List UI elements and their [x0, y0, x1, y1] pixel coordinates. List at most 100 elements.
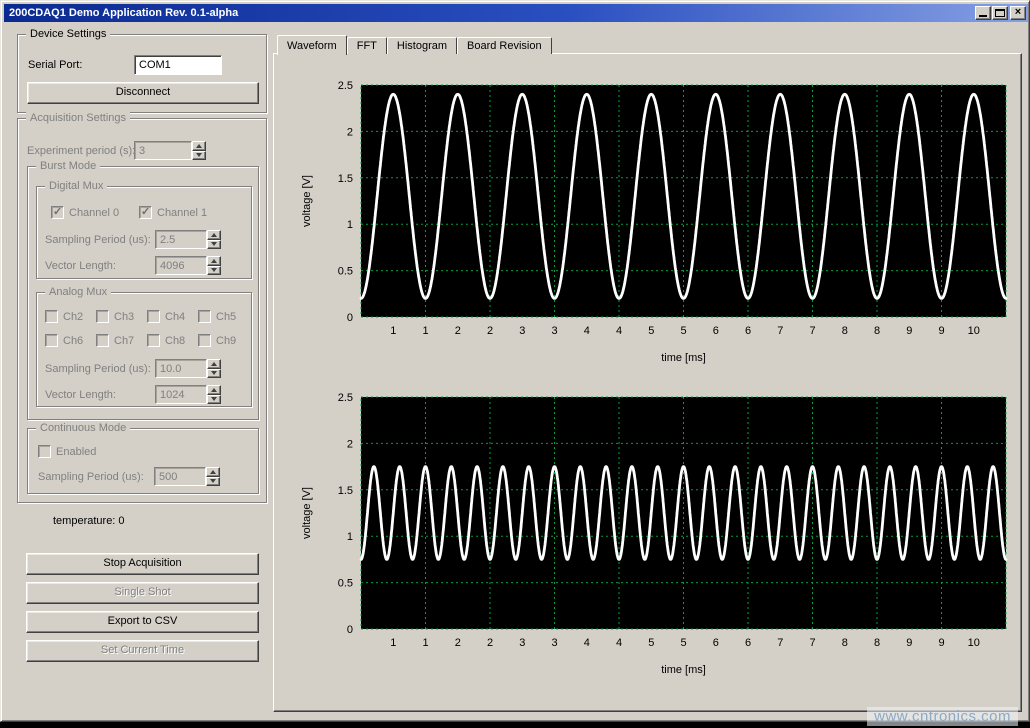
- waveform-chart-top: 00.511.522.511223344556677889910time [ms…: [296, 77, 1016, 375]
- x-tick-label: 2: [487, 325, 493, 337]
- checkbox-box[interactable]: [96, 310, 109, 323]
- checkbox-box[interactable]: [96, 334, 109, 347]
- checkbox-ch3[interactable]: Ch3: [96, 310, 134, 323]
- spinner-value[interactable]: 4096: [155, 256, 207, 275]
- spinner-up-icon[interactable]: [207, 256, 221, 266]
- spinner-value[interactable]: 10.0: [155, 359, 207, 378]
- x-tick-label: 7: [777, 325, 783, 337]
- spinner-value[interactable]: 500: [154, 467, 206, 486]
- x-tick-label: 10: [968, 325, 980, 337]
- checkbox-box[interactable]: [38, 445, 51, 458]
- serial-port-input[interactable]: COM1: [134, 55, 222, 75]
- spinner-down-icon[interactable]: [206, 477, 220, 487]
- x-tick-label: 4: [584, 325, 590, 337]
- x-tick-label: 6: [713, 325, 719, 337]
- spinner-down-icon[interactable]: [207, 266, 221, 276]
- checkbox-ch4[interactable]: Ch4: [147, 310, 185, 323]
- x-tick-label: 9: [906, 637, 912, 649]
- checkbox-label: Ch7: [114, 335, 134, 347]
- stop-acquisition-button[interactable]: Stop Acquisition: [26, 553, 259, 575]
- spinner-down-icon[interactable]: [192, 151, 206, 161]
- checkbox-box[interactable]: [45, 310, 58, 323]
- tab-waveform[interactable]: Waveform: [277, 35, 347, 55]
- checkbox-box[interactable]: [45, 334, 58, 347]
- y-tick-label: 2.5: [338, 80, 353, 92]
- x-axis-label: time [ms]: [661, 664, 706, 676]
- checkbox-channel-1[interactable]: Channel 1: [139, 206, 207, 219]
- close-icon[interactable]: ×: [1010, 6, 1026, 20]
- checkbox-ch7[interactable]: Ch7: [96, 334, 134, 347]
- x-tick-label: 5: [648, 325, 654, 337]
- y-tick-label: 0: [347, 624, 353, 636]
- digital-vector-length-spinner[interactable]: 4096: [155, 256, 221, 275]
- checkbox-channel-0[interactable]: Channel 0: [51, 206, 119, 219]
- checkbox-box[interactable]: [198, 310, 211, 323]
- x-tick-label: 4: [616, 637, 622, 649]
- analog-vector-length-spinner[interactable]: 1024: [155, 385, 221, 404]
- y-axis-label: voltage [V]: [301, 175, 313, 227]
- window-title: 200CDAQ1 Demo Application Rev. 0.1-alpha: [9, 7, 238, 19]
- x-tick-label: 3: [519, 637, 525, 649]
- device-settings-group: Device Settings Serial Port: COM1 Discon…: [17, 34, 267, 113]
- x-tick-label: 1: [390, 637, 396, 649]
- spinner-buttons: [206, 467, 220, 486]
- spinner-value[interactable]: 2.5: [155, 230, 207, 249]
- spinner-value[interactable]: 1024: [155, 385, 207, 404]
- x-tick-label: 1: [422, 637, 428, 649]
- checkbox-label: Channel 1: [157, 207, 207, 219]
- spinner-up-icon[interactable]: [206, 467, 220, 477]
- checkbox-ch8[interactable]: Ch8: [147, 334, 185, 347]
- checkbox-label: Ch9: [216, 335, 236, 347]
- x-tick-label: 6: [745, 325, 751, 337]
- checkbox-ch2[interactable]: Ch2: [45, 310, 83, 323]
- checkbox-box[interactable]: [139, 206, 152, 219]
- x-tick-label: 6: [745, 637, 751, 649]
- checkbox-box[interactable]: [51, 206, 64, 219]
- x-tick-label: 3: [519, 325, 525, 337]
- spinner-up-icon[interactable]: [207, 230, 221, 240]
- spinner-up-icon[interactable]: [192, 141, 206, 151]
- checkbox-ch5[interactable]: Ch5: [198, 310, 236, 323]
- checkbox-enabled[interactable]: Enabled: [38, 445, 96, 458]
- checkbox-box[interactable]: [147, 334, 160, 347]
- spinner-value[interactable]: 3: [134, 141, 192, 160]
- disconnect-button[interactable]: Disconnect: [27, 82, 259, 104]
- minimize-icon[interactable]: [975, 6, 991, 20]
- x-tick-label: 2: [455, 637, 461, 649]
- checkbox-box[interactable]: [147, 310, 160, 323]
- checkbox-ch9[interactable]: Ch9: [198, 334, 236, 347]
- checkbox-box[interactable]: [198, 334, 211, 347]
- tab-histogram[interactable]: Histogram: [387, 37, 457, 54]
- tab-fft[interactable]: FFT: [347, 37, 387, 54]
- watermark: www.cntronics.com: [867, 707, 1018, 726]
- x-tick-label: 8: [874, 637, 880, 649]
- set-current-time-button[interactable]: Set Current Time: [26, 640, 259, 662]
- y-tick-label: 2: [347, 438, 353, 450]
- spinner-up-icon[interactable]: [207, 359, 221, 369]
- continuous-sampling-period-label: Sampling Period (us):: [38, 471, 144, 483]
- x-tick-label: 1: [390, 325, 396, 337]
- title-bar[interactable]: 200CDAQ1 Demo Application Rev. 0.1-alpha…: [4, 4, 1028, 22]
- serial-port-label: Serial Port:: [28, 59, 82, 71]
- digital-sampling-period-spinner[interactable]: 2.5: [155, 230, 221, 249]
- checkbox-label: Ch2: [63, 311, 83, 323]
- spinner-down-icon[interactable]: [207, 240, 221, 250]
- spinner-up-icon[interactable]: [207, 385, 221, 395]
- x-tick-label: 7: [777, 637, 783, 649]
- y-tick-label: 1: [347, 531, 353, 543]
- device-settings-legend: Device Settings: [26, 27, 110, 41]
- export-to-csv-button[interactable]: Export to CSV: [26, 611, 259, 633]
- x-tick-label: 3: [551, 637, 557, 649]
- y-tick-label: 1.5: [338, 173, 353, 185]
- experiment-period-spinner[interactable]: 3: [134, 141, 206, 160]
- analog-sampling-period-spinner[interactable]: 10.0: [155, 359, 221, 378]
- x-tick-label: 9: [938, 325, 944, 337]
- tab-board-revision[interactable]: Board Revision: [457, 37, 552, 54]
- spinner-down-icon[interactable]: [207, 369, 221, 379]
- maximize-icon[interactable]: [992, 6, 1008, 20]
- checkbox-ch6[interactable]: Ch6: [45, 334, 83, 347]
- continuous-sampling-period-spinner[interactable]: 500: [154, 467, 220, 486]
- spinner-down-icon[interactable]: [207, 395, 221, 405]
- close-glyph: ×: [1011, 6, 1025, 19]
- single-shot-button[interactable]: Single Shot: [26, 582, 259, 604]
